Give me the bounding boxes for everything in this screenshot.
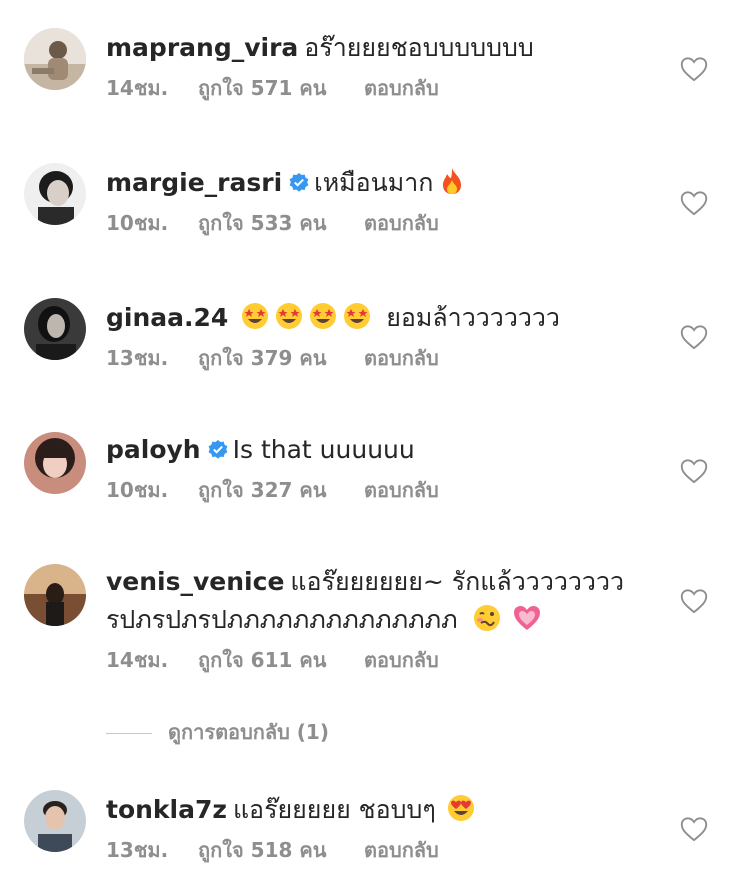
likes-suffix: คน [299,838,327,862]
comment-text: เหมือนมาก [314,168,434,197]
heart-icon[interactable] [680,458,708,484]
avatar[interactable] [24,28,86,90]
pink-heart-emoji-icon [513,606,540,630]
comment-likes[interactable]: ถูกใจ 611 คน [198,646,364,674]
heart-icon[interactable] [680,588,708,614]
likes-prefix: ถูกใจ [198,346,244,370]
star-struck-emoji-icon [344,303,371,329]
comment-text: แอร๊ยยยยยย~ รักแล้วววววววว [290,567,625,596]
heart-icon[interactable] [680,190,708,216]
view-replies-button[interactable]: ดูการตอบกลับ (1) [106,718,329,746]
comment-username[interactable]: margie_rasri [106,168,282,197]
reply-button[interactable]: ตอบกลับ [364,836,439,864]
likes-prefix: ถูกใจ [198,76,244,100]
likes-suffix: คน [299,478,327,502]
comment-time: 10ชม. [106,211,169,235]
likes-count: 518 [250,838,293,862]
likes-count: 327 [250,478,293,502]
comment-time: 13ชม. [106,346,169,370]
comment-username[interactable]: tonkla7z [106,795,227,824]
likes-prefix: ถูกใจ [198,838,244,862]
likes-count: 533 [250,211,293,235]
comment-username[interactable]: venis_venice [106,567,284,596]
comment-time: 13ชม. [106,838,169,862]
reply-button[interactable]: ตอบกลับ [364,74,439,102]
star-struck-emoji-icon [276,303,303,329]
likes-count: 611 [250,648,293,672]
fire-emoji-icon [443,168,462,194]
comment-text: Is that uuuuuu [232,435,415,464]
likes-count: 379 [250,346,293,370]
comment-likes[interactable]: ถูกใจ 379 คน [198,344,364,372]
comment-likes[interactable]: ถูกใจ 533 คน [198,209,364,237]
star-struck-emoji-icon [310,303,337,329]
comment-likes[interactable]: ถูกใจ 571 คน [198,74,364,102]
likes-prefix: ถูกใจ [198,211,244,235]
comment-time: 14ชม. [106,76,169,100]
reply-button[interactable]: ตอบกลับ [364,344,439,372]
reply-button[interactable]: ตอบกลับ [364,476,439,504]
comment-time: 14ชม. [106,648,169,672]
likes-suffix: คน [299,346,327,370]
avatar[interactable] [24,790,86,852]
likes-prefix: ถูกใจ [198,478,244,502]
comment-likes[interactable]: ถูกใจ 518 คน [198,836,364,864]
view-replies-label: ดูการตอบกลับ (1) [168,720,329,744]
star-struck-emoji-icon [242,303,269,329]
comment-likes[interactable]: ถูกใจ 327 คน [198,476,364,504]
comment-username[interactable]: maprang_vira [106,33,298,62]
comment-text: ยอมล้าววววววว [386,303,560,332]
comment-username[interactable]: paloyh [106,435,201,464]
likes-count: 571 [250,76,293,100]
likes-prefix: ถูกใจ [198,648,244,672]
heart-icon[interactable] [680,324,708,350]
avatar[interactable] [24,163,86,225]
comment-text-continued: รปภรปภรปภภภภภภภภภภภภภภ [106,605,458,634]
woozy-face-emoji-icon [473,605,500,631]
heart-icon[interactable] [680,56,708,82]
likes-suffix: คน [299,648,327,672]
reply-button[interactable]: ตอบกลับ [364,209,439,237]
comment-text: แอร๊ยยยยย ชอบบๆ [232,795,436,824]
comment-username[interactable]: ginaa.24 [106,303,228,332]
heart-icon[interactable] [680,816,708,842]
reply-button[interactable]: ตอบกลับ [364,646,439,674]
comment-text: อร๊ายยยชอบบบบบบบ [304,33,534,62]
heart-eyes-emoji-icon [447,795,474,821]
avatar[interactable] [24,298,86,360]
comment-time: 10ชม. [106,478,169,502]
likes-suffix: คน [299,76,327,100]
likes-suffix: คน [299,211,327,235]
avatar[interactable] [24,564,86,626]
avatar[interactable] [24,432,86,494]
verified-badge-icon [289,173,309,192]
verified-badge-icon [208,440,228,459]
divider [106,733,152,734]
